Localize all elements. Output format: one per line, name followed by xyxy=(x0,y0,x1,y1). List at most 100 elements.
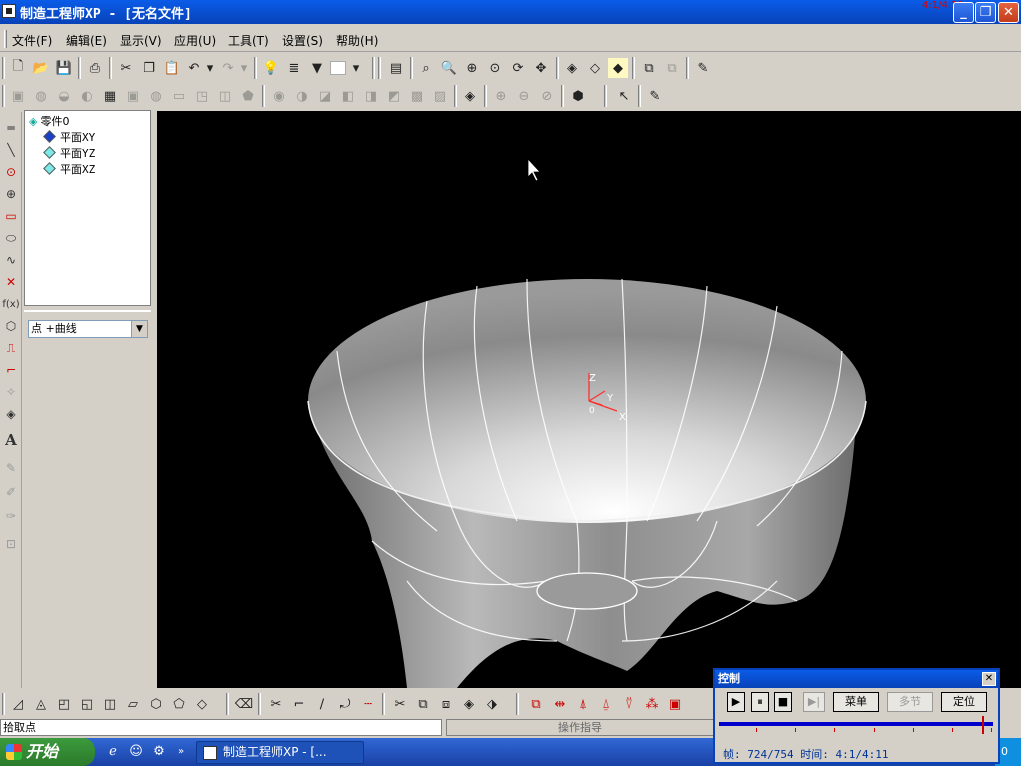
trim-icon[interactable]: ✧ xyxy=(1,382,21,402)
extend-icon[interactable]: ∕ xyxy=(312,694,332,714)
spline-icon[interactable]: ∿ xyxy=(1,250,21,270)
open-folder-icon[interactable]: 📂 xyxy=(31,58,51,78)
zoom-window-icon[interactable]: ⌕ xyxy=(416,58,436,78)
extrude-icon[interactable]: ▣ xyxy=(8,86,28,106)
scale-curve-icon[interactable]: ▣ xyxy=(665,694,685,714)
menu-edit[interactable]: 编辑(E) xyxy=(66,32,107,49)
color-swatch[interactable] xyxy=(330,61,346,75)
chevron-down-icon[interactable]: ▼ xyxy=(131,321,147,337)
new-file-icon[interactable]: 🗋 xyxy=(8,58,28,78)
arc-icon[interactable]: ⎍ xyxy=(1,338,21,358)
undo-dropdown-icon[interactable]: ▾ xyxy=(200,58,220,78)
paste-icon[interactable]: 📋 xyxy=(162,58,182,78)
chamfer-icon[interactable]: ◳ xyxy=(192,86,212,106)
timeline-track[interactable] xyxy=(719,722,993,726)
break-curve-icon[interactable]: ⤾ xyxy=(335,694,355,714)
cut-icon[interactable]: ✂ xyxy=(116,58,136,78)
loft-icon[interactable]: ◐ xyxy=(77,86,97,106)
play-button[interactable]: ▶ xyxy=(727,692,745,712)
zoom-dynamic-icon[interactable]: ⊙ xyxy=(485,58,505,78)
surface-edit-icon[interactable]: ⬗ xyxy=(482,694,502,714)
translate-icon[interactable]: ⧉ xyxy=(526,694,546,714)
save-icon[interactable]: 💾 xyxy=(54,58,74,78)
window-icon[interactable]: ▤ xyxy=(386,58,406,78)
surface-tool-icon[interactable]: ◇ xyxy=(192,694,212,714)
delete-icon[interactable]: ✕ xyxy=(1,272,21,292)
transform-icon[interactable]: ⊡ xyxy=(1,534,21,554)
fillet-icon[interactable]: ▭ xyxy=(169,86,189,106)
graphics-viewport[interactable]: Z Y X 0 xyxy=(157,111,1021,688)
pause-button[interactable]: ⏸ xyxy=(751,692,769,712)
ie-icon[interactable]: ℯ xyxy=(104,743,122,761)
polygon-icon[interactable]: ⬡ xyxy=(1,316,21,336)
surface-tool-icon[interactable]: ◫ xyxy=(100,694,120,714)
stop-button[interactable]: ■ xyxy=(774,692,792,712)
edit-curve-icon[interactable]: ✎ xyxy=(1,458,21,478)
point-icon[interactable]: ⊙ xyxy=(1,162,21,182)
redo-dropdown-icon[interactable]: ▾ xyxy=(234,58,254,78)
cut-surface-icon[interactable]: ✂ xyxy=(390,694,410,714)
surface-tool-icon[interactable]: ◬ xyxy=(31,694,51,714)
rotate-icon[interactable]: ⟳ xyxy=(508,58,528,78)
corner-icon[interactable]: ⌐ xyxy=(1,360,21,380)
projection-icon[interactable]: ◈ xyxy=(1,404,21,424)
hole-icon[interactable]: ◉ xyxy=(269,86,289,106)
rotate-curve-icon[interactable]: ⍋ xyxy=(573,694,593,714)
lightbulb-icon[interactable]: 💡 xyxy=(261,58,281,78)
zoom-icon[interactable]: 🔍 xyxy=(439,58,459,78)
wireframe-icon[interactable]: ◈ xyxy=(562,58,582,78)
stretch-icon[interactable]: ✐ xyxy=(1,482,21,502)
sweep-icon[interactable]: ◒ xyxy=(54,86,74,106)
menu-button[interactable]: 菜单 xyxy=(833,692,879,712)
zoom-in-icon[interactable]: ⊕ xyxy=(462,58,482,78)
boolean-int-icon[interactable]: ⊘ xyxy=(537,86,557,106)
cut-extrude-icon[interactable]: ▣ xyxy=(123,86,143,106)
ellipse-icon[interactable]: ⬭ xyxy=(1,228,21,248)
circle-icon[interactable]: ⊕ xyxy=(1,184,21,204)
select-arrow-icon[interactable]: ↖ xyxy=(614,86,634,106)
pattern-curve-icon[interactable]: ⁂ xyxy=(642,694,662,714)
multi-section-button[interactable]: 多节 xyxy=(887,692,933,712)
shaded-icon[interactable]: ◆ xyxy=(608,58,628,78)
dash-icon[interactable]: ┄ xyxy=(358,694,378,714)
mirror2-icon[interactable]: ⍙ xyxy=(596,694,616,714)
hidden-line-icon[interactable]: ◇ xyxy=(585,58,605,78)
shell-icon[interactable]: ◫ xyxy=(215,86,235,106)
surface-edit-icon[interactable]: ◈ xyxy=(459,694,479,714)
mirror-curve-icon[interactable]: ⇹ xyxy=(550,694,570,714)
menu-help[interactable]: 帮助(H) xyxy=(336,32,378,49)
break-icon[interactable]: ✑ xyxy=(1,506,21,526)
cut-revolve-icon[interactable]: ◍ xyxy=(146,86,166,106)
array-icon[interactable]: ⍢ xyxy=(619,694,639,714)
menu-settings[interactable]: 设置(S) xyxy=(282,32,323,49)
surface-icon[interactable]: ▦ xyxy=(100,86,120,106)
view-icon[interactable]: ⧉ xyxy=(639,58,659,78)
line-icon[interactable]: ╲ xyxy=(1,140,21,160)
boolean-sub-icon[interactable]: ⊖ xyxy=(514,86,534,106)
tree-item-yz[interactable]: 平面YZ xyxy=(43,145,95,161)
menu-view[interactable]: 显示(V) xyxy=(120,32,162,49)
sketch-plane-icon[interactable]: ◈ xyxy=(460,86,480,106)
pattern-icon[interactable]: ◪ xyxy=(315,86,335,106)
surface-tool-icon[interactable]: ◿ xyxy=(8,694,28,714)
app-icon[interactable] xyxy=(2,4,16,18)
surface-edit-icon[interactable]: ⧉ xyxy=(413,694,433,714)
mirror-icon[interactable]: ◧ xyxy=(338,86,358,106)
control-close-button[interactable]: ✕ xyxy=(982,672,996,686)
render-icon[interactable]: ⬢ xyxy=(568,86,588,106)
rib-icon[interactable]: ◑ xyxy=(292,86,312,106)
color-dropdown-icon[interactable]: ▾ xyxy=(346,58,366,78)
copy-icon[interactable]: ❐ xyxy=(139,58,159,78)
formula-icon[interactable]: f(x) xyxy=(1,294,21,314)
trim-curve-icon[interactable]: ✂ xyxy=(266,694,286,714)
pen-tool-icon[interactable]: ✎ xyxy=(693,58,713,78)
app-quicklaunch-icon[interactable]: ⚙ xyxy=(150,743,168,761)
menu-tools[interactable]: 工具(T) xyxy=(228,32,269,49)
filter-icon[interactable]: ▼ xyxy=(307,58,327,78)
close-button[interactable]: ✕ xyxy=(998,2,1019,23)
surface-tool-icon[interactable]: ◰ xyxy=(54,694,74,714)
chevron-right-icon[interactable]: » xyxy=(172,743,190,761)
offset-icon[interactable]: ▨ xyxy=(430,86,450,106)
edit-sketch-icon[interactable]: ✎ xyxy=(645,86,665,106)
tree-item-xz[interactable]: 平面XZ xyxy=(43,161,95,177)
